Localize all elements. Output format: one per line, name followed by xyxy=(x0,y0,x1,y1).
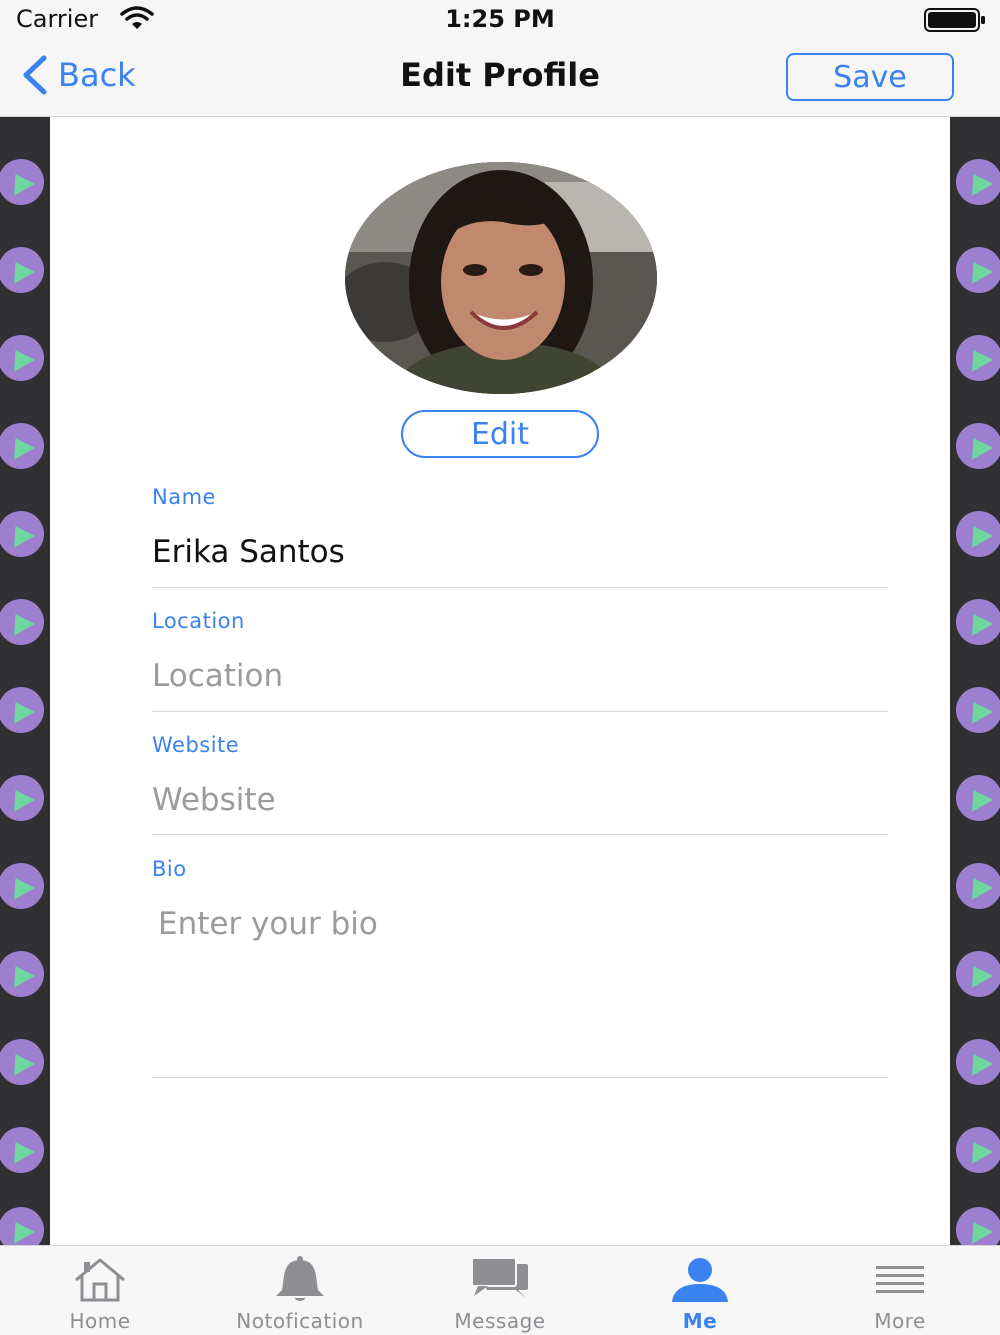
decorative-dot xyxy=(0,423,44,469)
status-time: 1:25 PM xyxy=(445,5,555,33)
decorative-dot xyxy=(956,1207,1000,1245)
decorative-dot xyxy=(956,247,1000,293)
bio-textarea[interactable]: Enter your bio xyxy=(158,906,892,1076)
decorative-dot xyxy=(0,1127,44,1173)
decorative-dot xyxy=(0,775,44,821)
decorative-dot xyxy=(0,599,44,645)
decorative-dot xyxy=(956,1127,1000,1173)
edit-profile-form: Edit Name Erika Santos Location Location… xyxy=(50,117,950,1245)
divider xyxy=(152,1077,888,1078)
home-icon xyxy=(75,1258,125,1302)
decorative-dot xyxy=(0,159,44,205)
decorative-dot xyxy=(956,951,1000,997)
decorative-dot xyxy=(956,335,1000,381)
avatar-photo xyxy=(345,162,657,394)
tab-label: More xyxy=(874,1309,926,1333)
person-icon xyxy=(672,1258,728,1302)
website-field[interactable]: Website xyxy=(152,782,886,818)
tab-notification[interactable]: Notofication xyxy=(200,1246,400,1335)
left-decorative-strip xyxy=(0,117,50,1245)
decorative-dot xyxy=(0,863,44,909)
bio-label: Bio xyxy=(152,857,187,881)
decorative-dot xyxy=(956,687,1000,733)
decorative-dot xyxy=(956,1039,1000,1085)
website-label: Website xyxy=(152,733,240,757)
tab-message[interactable]: Message xyxy=(400,1246,600,1335)
decorative-dot xyxy=(0,951,44,997)
chat-bubbles-icon xyxy=(471,1257,528,1298)
tab-label: Me xyxy=(682,1309,718,1333)
divider xyxy=(152,587,888,588)
tab-home[interactable]: Home xyxy=(0,1246,200,1335)
decorative-dot xyxy=(956,159,1000,205)
decorative-dot xyxy=(0,247,44,293)
navigation-bar: Back Edit Profile Save xyxy=(0,38,1000,117)
avatar[interactable] xyxy=(345,162,657,394)
name-field[interactable]: Erika Santos xyxy=(152,534,886,570)
tab-bar: Home Notofication Message Me More xyxy=(0,1245,1000,1335)
menu-lines-icon xyxy=(876,1266,924,1293)
status-bar: Carrier 1:25 PM xyxy=(0,0,1000,38)
decorative-dot xyxy=(0,1039,44,1085)
decorative-dot xyxy=(0,1207,44,1245)
right-decorative-strip xyxy=(950,117,1000,1245)
tab-more[interactable]: More xyxy=(800,1246,1000,1335)
tab-label: Message xyxy=(454,1309,546,1333)
save-button[interactable]: Save xyxy=(786,53,954,101)
tab-label: Notofication xyxy=(236,1309,364,1333)
decorative-dot xyxy=(956,423,1000,469)
tab-me[interactable]: Me xyxy=(600,1246,800,1335)
name-label: Name xyxy=(152,485,216,509)
edit-photo-button[interactable]: Edit xyxy=(401,410,599,458)
divider xyxy=(152,834,888,835)
decorative-dot xyxy=(956,863,1000,909)
decorative-dot xyxy=(0,335,44,381)
tab-label: Home xyxy=(69,1309,131,1333)
battery-icon xyxy=(924,8,986,36)
decorative-dot xyxy=(956,775,1000,821)
decorative-dot xyxy=(956,511,1000,557)
decorative-dot xyxy=(0,511,44,557)
divider xyxy=(152,711,888,712)
location-label: Location xyxy=(152,609,245,633)
bell-icon xyxy=(276,1256,324,1301)
location-field[interactable]: Location xyxy=(152,658,886,694)
decorative-dot xyxy=(956,599,1000,645)
decorative-dot xyxy=(0,687,44,733)
